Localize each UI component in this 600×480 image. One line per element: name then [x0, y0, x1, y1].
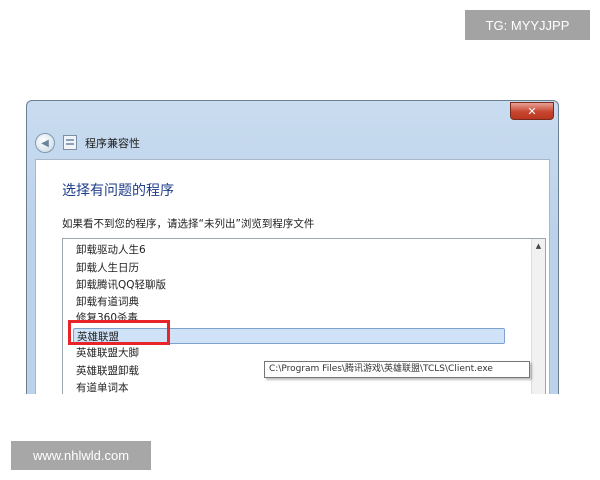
- list-item[interactable]: 英雄联盟大脚: [76, 345, 139, 361]
- close-icon: ✕: [527, 104, 537, 118]
- watermark-bottom: www.nhlwld.com: [11, 441, 151, 470]
- instruction-text: 如果看不到您的程序，请选择“未列出”浏览到程序文件: [62, 218, 315, 230]
- scroll-up-arrow-icon[interactable]: ▲: [532, 239, 545, 253]
- program-path-tooltip: C:\Program Files\腾讯游戏\英雄联盟\TCLS\Client.e…: [264, 361, 530, 378]
- list-item[interactable]: 卸载腾讯QQ轻聊版: [76, 277, 166, 293]
- list-scrollbar[interactable]: ▲: [531, 239, 545, 394]
- back-button[interactable]: ◀: [35, 133, 55, 153]
- list-item[interactable]: 卸载驱动人生6: [76, 242, 146, 258]
- window-title: 程序兼容性: [85, 137, 140, 150]
- navigation-bar: ◀ 程序兼容性: [27, 125, 558, 159]
- list-item[interactable]: 卸载人生日历: [76, 260, 139, 276]
- back-arrow-icon: ◀: [41, 137, 49, 149]
- content-pane: 选择有问题的程序 如果看不到您的程序，请选择“未列出”浏览到程序文件 卸载驱动人…: [35, 159, 550, 394]
- close-button[interactable]: ✕: [510, 102, 554, 120]
- list-item[interactable]: 卸载有道词典: [76, 294, 139, 310]
- list-item[interactable]: 有道单词本: [76, 380, 129, 394]
- watermark-top: TG: MYYJJPP: [465, 10, 590, 40]
- program-compatibility-window: ✕ ◀ 程序兼容性 选择有问题的程序 如果看不到您的程序，请选择“未列出”浏览到…: [26, 100, 559, 394]
- page-heading: 选择有问题的程序: [62, 183, 174, 199]
- program-icon: [63, 135, 77, 150]
- selection-highlight-box: [68, 320, 170, 345]
- list-item[interactable]: 英雄联盟卸载: [76, 363, 139, 379]
